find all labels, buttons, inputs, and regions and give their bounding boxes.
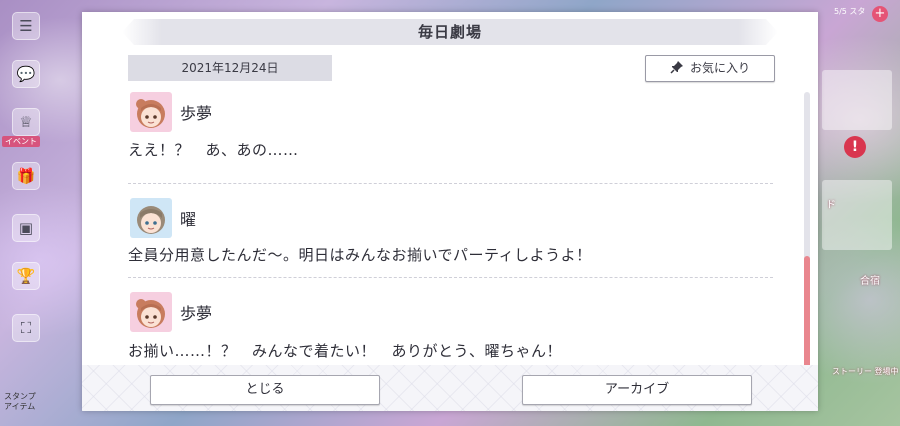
chat-button[interactable]: 💬	[12, 60, 40, 88]
speaker-name: 曜	[180, 210, 197, 229]
stamp-item-label: スタンプ アイテム	[4, 392, 36, 411]
event-label: イベント	[2, 136, 40, 147]
add-stamina-button[interactable]: +	[872, 6, 888, 22]
right-banner-middle[interactable]	[822, 180, 892, 250]
chat-icon: 💬	[16, 65, 36, 83]
message-button[interactable]: ▣	[12, 214, 40, 242]
script-entry: 歩夢 ええ！？ あ、あの……	[128, 90, 773, 184]
dialogue-line: ええ！？ あ、あの……	[128, 141, 299, 159]
trophy-button[interactable]: 🏆	[12, 262, 40, 290]
right-banner-label: ド	[826, 200, 836, 211]
dialogue-line: 全員分用意したんだ～。明日はみんなお揃いでパーティしようよ！	[128, 246, 592, 264]
speaker-name: 歩夢	[180, 104, 213, 123]
script-entry: 曜 全員分用意したんだ～。明日はみんなお揃いでパーティしようよ！	[128, 184, 773, 278]
expand-button[interactable]: ⛶	[12, 314, 40, 342]
alert-badge: !	[844, 136, 866, 158]
ranking-button[interactable]: ♕	[12, 108, 40, 136]
scrollbar-thumb[interactable]	[804, 256, 810, 368]
ayumu-avatar	[130, 292, 172, 332]
archive-button[interactable]: アーカイブ	[522, 375, 752, 405]
date-label: 2021年12月24日	[128, 55, 332, 81]
message-icon: ▣	[18, 219, 34, 237]
menu-icon: ☰	[19, 17, 33, 35]
pin-icon	[670, 58, 684, 83]
training-camp-label: 合宿	[860, 276, 880, 287]
theater-script[interactable]: 歩夢 ええ！？ あ、あの…… 曜 全員分用意したんだ～。明日はみんなお揃いでパー…	[128, 90, 773, 370]
dialog-title: 毎日劇場	[417, 23, 482, 41]
expand-icon: ⛶	[20, 319, 32, 337]
ayumu-avatar	[130, 92, 172, 132]
you-avatar	[130, 198, 172, 238]
favorite-button[interactable]: お気に入り	[645, 55, 775, 82]
right-banner-top[interactable]	[822, 70, 892, 130]
trophy-icon: 🏆	[16, 267, 36, 285]
scrollbar[interactable]	[804, 92, 810, 368]
present-button[interactable]: 🎁	[12, 162, 40, 190]
favorite-button-label: お気に入り	[689, 61, 750, 75]
story-label: ストーリー 登場中	[832, 367, 899, 376]
gift-icon: 🎁	[16, 167, 36, 185]
dialogue-line: お揃い……！？ みんなで着たい！ ありがとう、曜ちゃん！	[128, 342, 563, 360]
menu-button[interactable]: ☰	[12, 12, 40, 40]
script-entry: 歩夢 お揃い……！？ みんなで着たい！ ありがとう、曜ちゃん！	[128, 278, 773, 370]
dialog-footer: とじる アーカイブ	[82, 365, 818, 411]
speaker-name: 歩夢	[180, 304, 213, 323]
close-button[interactable]: とじる	[150, 375, 380, 405]
daily-theater-dialog: 毎日劇場 2021年12月24日 お気に入り 歩夢 ええ！？ あ、あの…… 曜 …	[82, 12, 818, 411]
dialog-title-bar: 毎日劇場	[122, 19, 778, 45]
ranking-icon: ♕	[19, 113, 33, 131]
